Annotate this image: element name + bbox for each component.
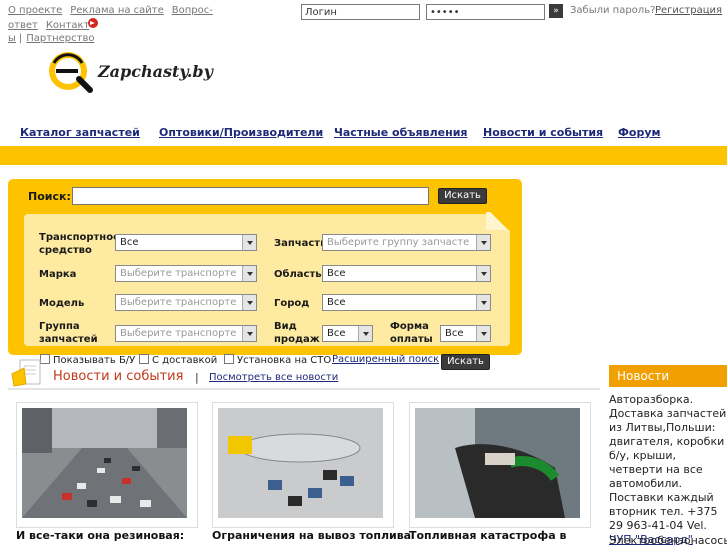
city-select-value: Все — [327, 297, 346, 308]
news-photo-tanker — [218, 408, 383, 518]
brand-select[interactable]: Выберите транспорте — [115, 265, 257, 282]
model-label: Модель — [39, 298, 85, 309]
flag-icon — [88, 18, 99, 28]
group-select[interactable]: Выберите транспорте — [115, 325, 257, 342]
sidebar-ad-2: Электробензонасосы, — [609, 534, 727, 545]
news-photo-traffic — [22, 408, 187, 518]
news-section-title: Новости и события — [53, 369, 184, 384]
chevron-down-icon — [476, 295, 490, 310]
sidebar-news-header: Новости — [609, 365, 727, 387]
city-label: Город — [274, 298, 310, 309]
search-panel: Поиск: Искать Транспортное средство Все … — [8, 179, 522, 355]
nav-news[interactable]: Новости и события — [483, 126, 603, 139]
site-logo[interactable]: Zapchasty.by — [46, 49, 216, 93]
top-bar: О проекте Реклама на сайте Вопрос-ответ Кон… — [0, 0, 727, 44]
part-select-value: Выберите группу запчасте — [327, 237, 470, 248]
news-card-fuel-crisis[interactable] — [409, 402, 591, 528]
news-separator: | — [195, 371, 199, 384]
news-document-icon — [11, 359, 41, 387]
nav-forum[interactable]: Форум — [618, 126, 661, 139]
sale-type-select-value: Все — [327, 328, 346, 339]
sale-type-label: Вид продаж — [274, 321, 320, 345]
ads-link[interactable]: Реклама на сайте — [70, 5, 164, 16]
chevron-down-icon — [242, 326, 256, 341]
part-select[interactable]: Выберите группу запчасте — [322, 234, 491, 251]
logo-mark-icon — [49, 52, 93, 93]
nav-private-ads[interactable]: Частные объявления — [334, 126, 467, 139]
login-input[interactable] — [301, 4, 420, 20]
chevron-down-icon — [358, 326, 372, 341]
nav-catalog[interactable]: Каталог запчастей — [20, 126, 140, 139]
search-input[interactable] — [72, 187, 429, 205]
about-link[interactable]: О проекте — [8, 5, 62, 16]
news-card-fuel-export[interactable] — [212, 402, 394, 528]
partnership-link[interactable]: Партнерство — [26, 33, 94, 44]
payment-label: Форма оплаты — [390, 321, 433, 345]
advanced-search-link[interactable]: Расширенный поиск — [332, 354, 439, 365]
sidebar-news-title: Новости — [617, 369, 670, 383]
news-caption-1[interactable]: И все-таки она резиновая: — [16, 529, 184, 542]
all-news-link[interactable]: Посмотреть все новости — [209, 372, 338, 383]
password-input[interactable] — [426, 4, 545, 20]
nav-wholesalers[interactable]: Оптовики/Производители — [159, 126, 323, 139]
chevron-down-icon — [242, 295, 256, 310]
group-select-value: Выберите транспорте — [120, 328, 237, 339]
group-label: Группа запчастей — [39, 321, 98, 345]
chevron-down-icon — [242, 266, 256, 281]
sidebar-ad: Авторазборка. Доставка запчастей из Литв… — [609, 393, 727, 545]
register-link[interactable]: Регистрация — [655, 5, 722, 16]
region-label: Область — [274, 269, 322, 280]
transport-select[interactable]: Все — [115, 234, 257, 251]
contacts-link[interactable]: Контакт — [46, 20, 90, 31]
news-caption-2[interactable]: Ограничения на вывоз топлива — [212, 529, 411, 542]
sidebar-ad-text: Авторазборка. Доставка запчастей из Литв… — [609, 393, 727, 532]
divider — [8, 388, 600, 390]
payment-select[interactable]: Все — [440, 325, 491, 342]
search-button[interactable]: Искать — [438, 188, 487, 204]
search-label: Поиск: — [28, 190, 71, 203]
logo-text: Zapchasty.by — [98, 62, 213, 81]
region-select-value: Все — [327, 268, 346, 279]
chevron-down-icon — [476, 266, 490, 281]
transport-label: Транспортное средство — [39, 232, 120, 256]
news-photo-fuel-nozzle — [415, 408, 580, 518]
news-caption-3[interactable]: Топливная катастрофа в — [409, 529, 566, 542]
filter-box: Транспортное средство Все Запчасть Выбер… — [24, 212, 512, 346]
top-separator: | — [18, 33, 23, 44]
sale-type-select[interactable]: Все — [322, 325, 373, 342]
news-card-traffic[interactable] — [16, 402, 198, 528]
checkbox-box[interactable] — [139, 354, 149, 364]
chevron-down-icon — [242, 235, 256, 250]
payment-select-value: Все — [445, 328, 464, 339]
brand-select-value: Выберите транспорте — [120, 268, 237, 279]
city-select[interactable]: Все — [322, 294, 491, 311]
contacts-link-wrap[interactable]: ы — [8, 33, 16, 44]
forgot-password-link[interactable]: Забыли пароль? — [570, 5, 655, 16]
top-links: О проекте Реклама на сайте Вопрос-ответ Кон… — [8, 4, 298, 45]
login-submit-button[interactable]: » — [549, 4, 563, 18]
page-fold-corner — [486, 212, 512, 230]
yellow-stripe — [0, 146, 727, 165]
chevron-down-icon — [476, 326, 490, 341]
brand-label: Марка — [39, 269, 77, 280]
checkbox-box[interactable] — [224, 354, 234, 364]
model-select-value: Выберите транспорте — [120, 297, 237, 308]
transport-select-value: Все — [120, 237, 139, 248]
model-select[interactable]: Выберите транспорте — [115, 294, 257, 311]
region-select[interactable]: Все — [322, 265, 491, 282]
part-label: Запчасть — [274, 238, 327, 249]
chevron-down-icon — [476, 235, 490, 250]
